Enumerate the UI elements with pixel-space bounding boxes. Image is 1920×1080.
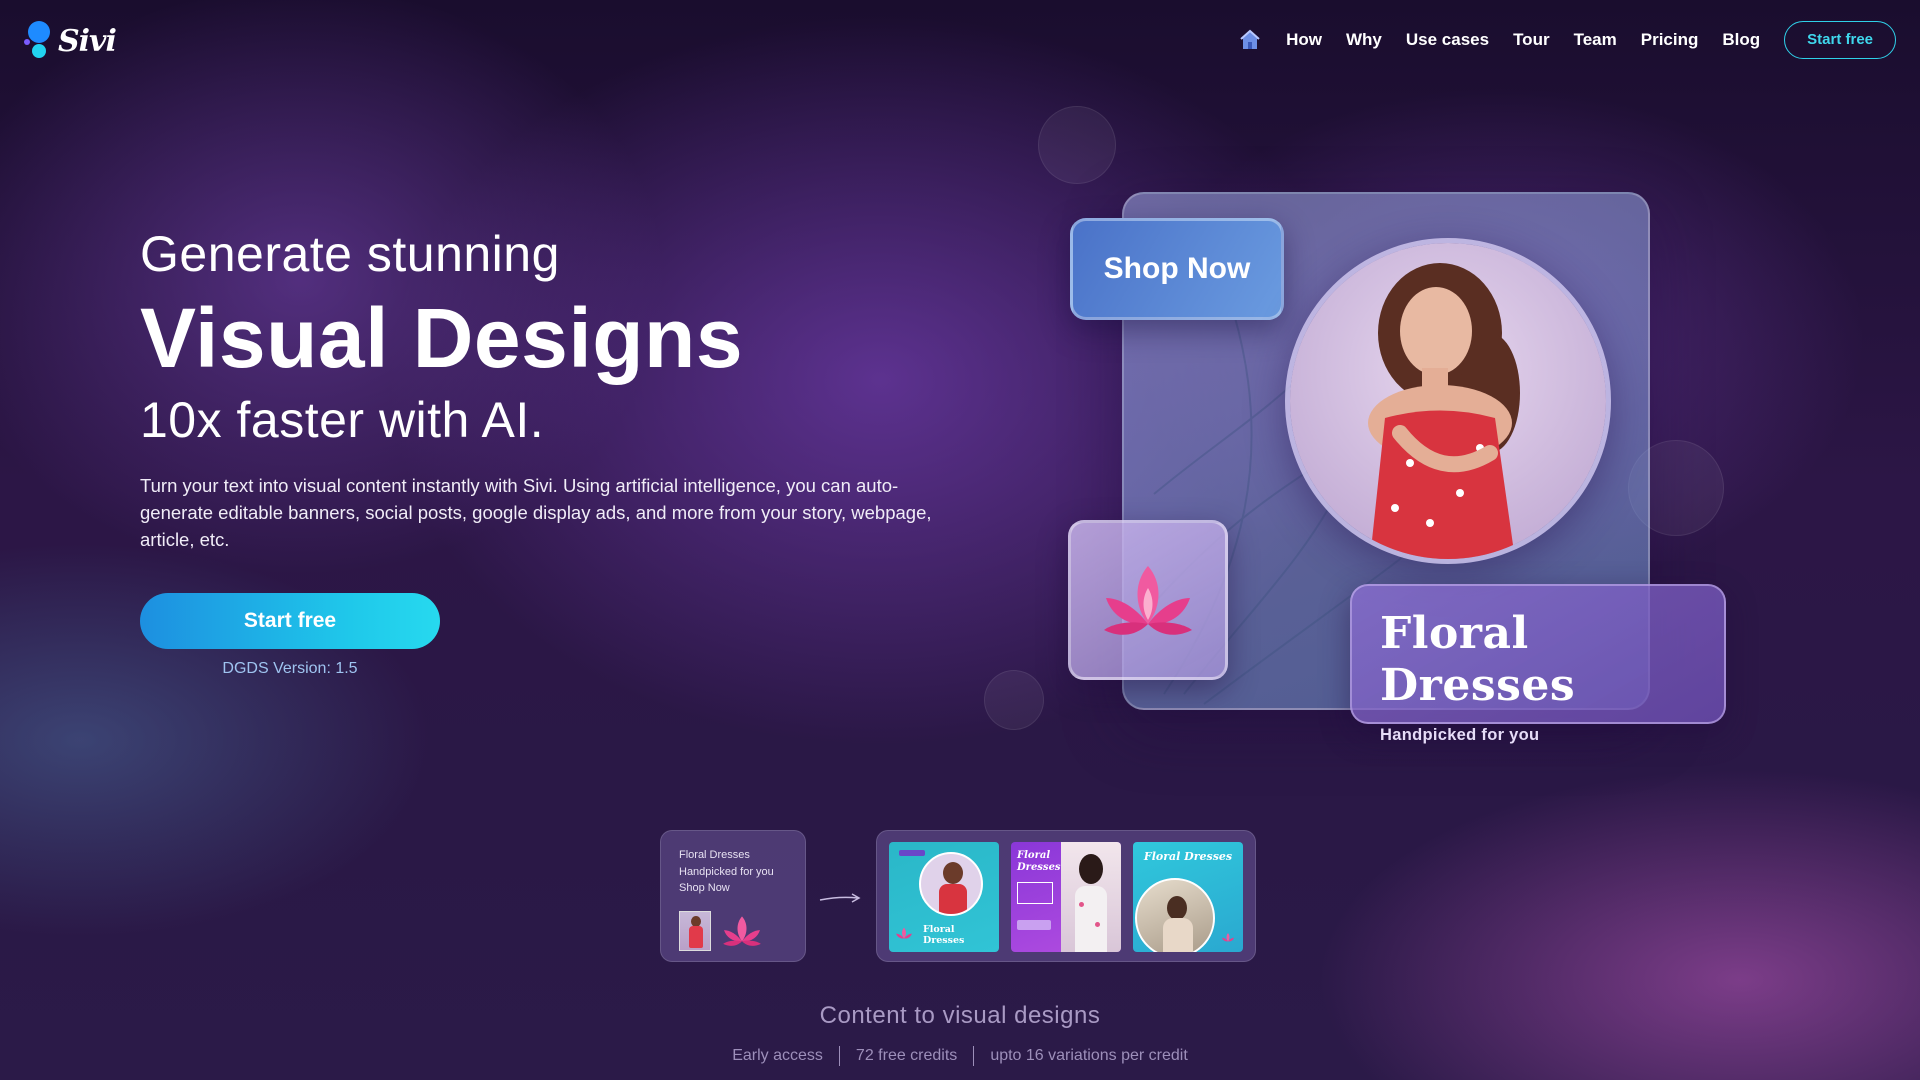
logo-text: Sivi xyxy=(58,23,117,59)
nav-why[interactable]: Why xyxy=(1346,30,1382,50)
hero-description: Turn your text into visual content insta… xyxy=(140,475,932,550)
home-icon[interactable] xyxy=(1238,28,1262,52)
design-thumb-2[interactable]: Floral Dresses xyxy=(1011,842,1121,952)
design-thumb-1[interactable]: Floral Dresses xyxy=(889,842,999,952)
art-shop-now-button: Shop Now xyxy=(1070,218,1284,320)
design-thumb-2-title: Floral Dresses xyxy=(1017,850,1061,873)
input-photo-thumb xyxy=(679,910,711,951)
input-lotus-icon xyxy=(723,915,761,946)
decor-bubble xyxy=(984,670,1044,730)
nav-pricing[interactable]: Pricing xyxy=(1641,30,1699,50)
nav-how[interactable]: How xyxy=(1286,30,1322,50)
hero-headline-line3: 10x faster with AI. xyxy=(140,392,545,448)
generated-designs-card: Floral Dresses Floral Dresses Floral Dre… xyxy=(876,830,1256,962)
floral-dresses-card: Floral Dresses Handpicked for you xyxy=(1350,584,1726,744)
input-line-1: Floral Dresses xyxy=(679,849,750,861)
nav-team[interactable]: Team xyxy=(1574,30,1617,50)
meta-early-access: Early access xyxy=(732,1047,823,1065)
design-thumb-1-title: Floral Dresses xyxy=(923,924,965,946)
nav-tour[interactable]: Tour xyxy=(1513,30,1550,50)
logo-mark-icon xyxy=(24,21,54,61)
lotus-icon xyxy=(1104,566,1192,635)
hero-section: Generate stunning Visual Designs 10x fas… xyxy=(140,224,960,553)
meta-divider xyxy=(838,1046,840,1066)
input-line-3: Shop Now xyxy=(679,882,730,894)
hero-headline-main: Visual Designs xyxy=(140,291,744,385)
version-label: DGDS Version: 1.5 xyxy=(222,660,358,677)
top-navbar: Sivi How Why Use cases Tour Team Pricing… xyxy=(0,0,1920,80)
arrow-right-icon xyxy=(819,893,861,903)
hero-headline-line1: Generate stunning xyxy=(140,226,560,282)
design-thumb-3-title: Floral Dresses xyxy=(1143,850,1233,863)
nav-links: How Why Use cases Tour Team Pricing Blog… xyxy=(1238,21,1896,59)
feature-meta: Early access 72 free credits upto 16 varia… xyxy=(0,1046,1920,1066)
model-photo xyxy=(1285,238,1611,564)
design-thumb-3[interactable]: Floral Dresses xyxy=(1133,842,1243,952)
meta-divider xyxy=(973,1046,975,1066)
content-to-visual-title: Content to visual designs xyxy=(819,1002,1101,1029)
decor-bubble xyxy=(1038,106,1116,184)
hero-start-free-button[interactable]: Start free xyxy=(140,593,440,649)
lotus-card xyxy=(1068,520,1228,680)
floral-title: Floral Dresses xyxy=(1380,608,1576,711)
nav-use-cases[interactable]: Use cases xyxy=(1406,30,1489,50)
floral-subtitle: Handpicked for you xyxy=(1380,726,1540,744)
meta-variations: upto 16 variations per credit xyxy=(990,1047,1188,1065)
sivi-logo[interactable]: Sivi xyxy=(24,20,117,62)
nav-blog[interactable]: Blog xyxy=(1722,30,1760,50)
input-line-2: Handpicked for you xyxy=(679,865,774,878)
meta-free-credits: 72 free credits xyxy=(855,1047,958,1065)
header-start-free-button[interactable]: Start free xyxy=(1784,21,1896,59)
input-content-card: Floral Dresses Handpicked for you Shop N… xyxy=(660,830,806,962)
